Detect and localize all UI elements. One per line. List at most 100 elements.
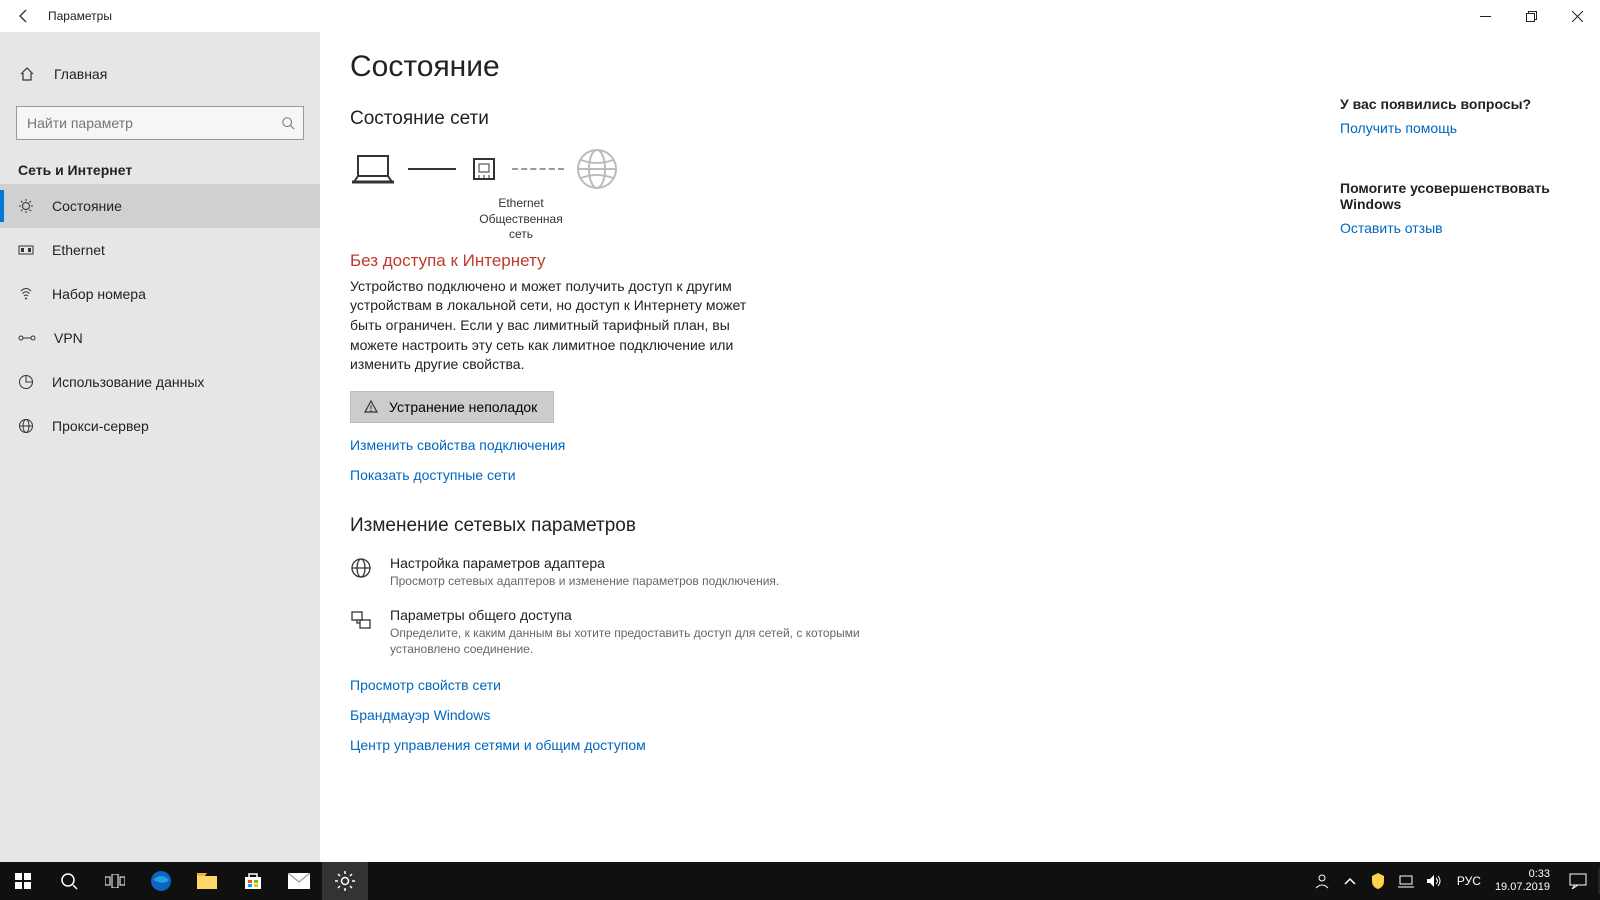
action-center-button[interactable]: [1558, 862, 1598, 900]
sidebar-item-label: Состояние: [52, 198, 122, 214]
search-icon: [281, 116, 295, 130]
globe-small-icon: [350, 557, 374, 581]
right-pane: У вас появились вопросы? Получить помощь…: [1340, 32, 1600, 862]
sidebar-item-data-usage[interactable]: Использование данных: [0, 360, 320, 404]
taskbar-settings[interactable]: [322, 862, 368, 900]
troubleshoot-button[interactable]: Устранение неполадок: [350, 391, 554, 423]
network-diagram: [350, 148, 1310, 190]
tray-time: 0:33: [1495, 868, 1550, 881]
close-button[interactable]: [1554, 0, 1600, 32]
proxy-icon: [18, 418, 34, 434]
content: Состояние Состояние сети: [320, 32, 1340, 862]
folder-icon: [197, 873, 217, 889]
search-box[interactable]: [16, 106, 304, 140]
sidebar-item-dialup[interactable]: Набор номера: [0, 272, 320, 316]
sidebar-item-label: Прокси-сервер: [52, 418, 149, 434]
task-view-icon: [105, 874, 125, 888]
store-icon: [244, 872, 262, 890]
taskbar-search-button[interactable]: [46, 862, 92, 900]
sidebar-items: Состояние Ethernet Набор номера VPN Испо…: [0, 184, 320, 448]
minimize-icon: [1480, 11, 1491, 22]
option-adapter-settings[interactable]: Настройка параметров адаптера Просмотр с…: [350, 555, 870, 589]
close-icon: [1572, 11, 1583, 22]
page-heading: Состояние: [350, 50, 1310, 84]
option-desc: Просмотр сетевых адаптеров и изменение п…: [390, 573, 779, 589]
window-body: Главная Сеть и Интернет Состояние Ethern…: [0, 32, 1600, 862]
settings-window: Параметры Главная Сеть и Интерне: [0, 0, 1600, 862]
titlebar: Параметры: [0, 0, 1600, 32]
tray-clock[interactable]: 0:33 19.07.2019: [1487, 862, 1558, 900]
option-desc: Определите, к каким данным вы хотите пре…: [390, 625, 870, 657]
minimize-button[interactable]: [1462, 0, 1508, 32]
edge-icon: [150, 870, 172, 892]
sidebar-item-label: Набор номера: [52, 286, 146, 302]
search-input[interactable]: [27, 115, 281, 131]
gear-icon: [335, 871, 355, 891]
right-feedback-heading: Помогите усовершенствовать Windows: [1340, 180, 1576, 212]
link-feedback[interactable]: Оставить отзыв: [1340, 220, 1443, 236]
arrow-left-icon: [16, 8, 32, 24]
tray-volume-icon[interactable]: [1425, 872, 1443, 890]
maximize-button[interactable]: [1508, 0, 1554, 32]
sidebar-item-status[interactable]: Состояние: [0, 184, 320, 228]
tray-language[interactable]: РУС: [1451, 862, 1487, 900]
link-sharing-center[interactable]: Центр управления сетями и общим доступом: [350, 737, 1310, 753]
sidebar-home-label: Главная: [54, 66, 107, 82]
task-view-button[interactable]: [92, 862, 138, 900]
no-internet-desc: Устройство подключено и может получить д…: [350, 277, 770, 375]
taskbar: РУС 0:33 19.07.2019: [0, 862, 1600, 900]
router-icon: [468, 153, 500, 185]
back-button[interactable]: [0, 0, 48, 32]
system-tray: [1305, 862, 1451, 900]
sidebar-group-title: Сеть и Интернет: [0, 150, 320, 184]
link-show-available-networks[interactable]: Показать доступные сети: [350, 467, 1310, 483]
taskbar-explorer[interactable]: [184, 862, 230, 900]
warning-icon: [363, 399, 379, 415]
section-network-status: Состояние сети: [350, 108, 1310, 130]
tray-security-icon[interactable]: [1369, 872, 1387, 890]
sidebar-item-label: Ethernet: [52, 242, 105, 258]
mail-icon: [288, 873, 310, 889]
sidebar-item-label: VPN: [54, 330, 83, 346]
main-area: Состояние Состояние сети: [320, 32, 1600, 862]
link-firewall[interactable]: Брандмауэр Windows: [350, 707, 1310, 723]
windows-icon: [15, 873, 31, 889]
sidebar-item-proxy[interactable]: Прокси-сервер: [0, 404, 320, 448]
data-usage-icon: [18, 374, 34, 390]
taskbar-store[interactable]: [230, 862, 276, 900]
home-icon: [18, 65, 36, 83]
option-sharing-settings[interactable]: Параметры общего доступа Определите, к к…: [350, 607, 870, 657]
diagram-connector-dashed: [512, 168, 564, 170]
link-network-properties[interactable]: Просмотр свойств сети: [350, 677, 1310, 693]
ethernet-icon: [18, 242, 34, 258]
status-icon: [18, 198, 34, 214]
no-internet-title: Без доступа к Интернету: [350, 251, 1310, 271]
globe-icon: [576, 148, 618, 190]
diagram-connector-solid: [408, 168, 456, 170]
right-questions-heading: У вас появились вопросы?: [1340, 96, 1576, 112]
option-title: Параметры общего доступа: [390, 607, 870, 623]
sidebar-home[interactable]: Главная: [0, 52, 320, 96]
sidebar-item-vpn[interactable]: VPN: [0, 316, 320, 360]
troubleshoot-label: Устранение неполадок: [389, 399, 537, 415]
search-icon: [60, 872, 78, 890]
tray-chevron-up-icon[interactable]: [1341, 872, 1359, 890]
dialup-icon: [18, 286, 34, 302]
tray-network-icon[interactable]: [1397, 872, 1415, 890]
vpn-icon: [18, 333, 36, 343]
window-title: Параметры: [48, 9, 112, 23]
option-title: Настройка параметров адаптера: [390, 555, 779, 571]
sidebar-item-ethernet[interactable]: Ethernet: [0, 228, 320, 272]
laptop-icon: [350, 152, 396, 186]
taskbar-mail[interactable]: [276, 862, 322, 900]
link-change-connection-props[interactable]: Изменить свойства подключения: [350, 437, 1310, 453]
section-change-network-settings: Изменение сетевых параметров: [350, 515, 1310, 537]
taskbar-edge[interactable]: [138, 862, 184, 900]
tray-people-icon[interactable]: [1313, 872, 1331, 890]
diagram-network-type: Общественная сеть: [466, 212, 576, 243]
sidebar-item-label: Использование данных: [52, 374, 204, 390]
start-button[interactable]: [0, 862, 46, 900]
diagram-adapter-name: Ethernet: [466, 196, 576, 212]
notification-icon: [1569, 873, 1587, 889]
link-get-help[interactable]: Получить помощь: [1340, 120, 1457, 136]
